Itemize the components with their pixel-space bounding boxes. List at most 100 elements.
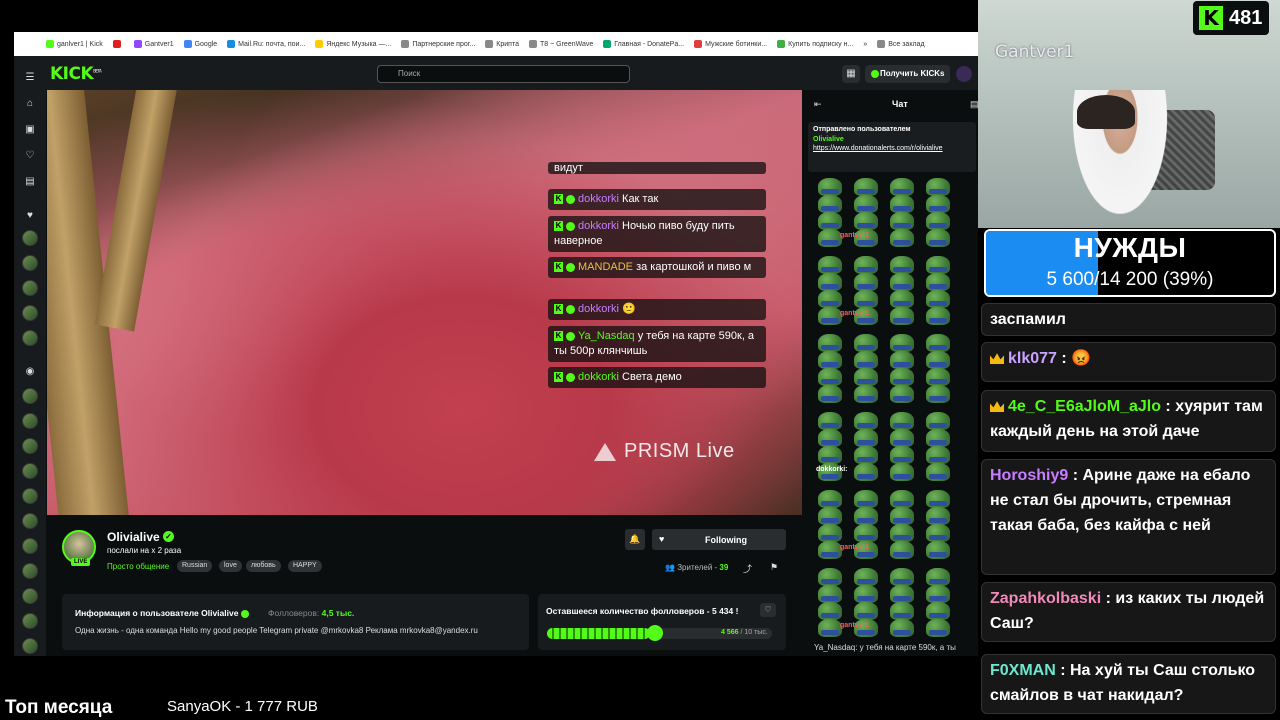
stream-chat-message: Horoshiy9 : Арине даже на ебало не стал … — [981, 459, 1276, 575]
recommended-channel-avatar[interactable] — [22, 463, 38, 479]
bookmark-item[interactable]: T8 ~ GreenWave — [529, 40, 593, 48]
video-chat-message: Kdokkorki 🙂 — [548, 299, 766, 320]
pinned-header: Отправлено пользователем — [813, 126, 911, 133]
bookmark-item[interactable]: » — [863, 41, 867, 48]
pepe-emote-icon — [854, 524, 878, 542]
home-icon[interactable]: ⌂ — [24, 98, 36, 110]
menu-icon[interactable]: ☰ — [24, 72, 36, 84]
chat-username[interactable]: dokkorki: — [816, 466, 848, 473]
bookmark-item[interactable]: Яндекс Музыка —... — [315, 40, 391, 48]
bookmark-favicon-icon — [46, 40, 54, 48]
kick-app: ☰ ⌂ ▣ ♡ ▤ ♥ ◉ KICKBETA ⌕ Поиск ▦ Получит… — [14, 56, 979, 656]
channel-name[interactable]: Olivialive — [107, 530, 160, 544]
pepe-emote-icon — [854, 273, 878, 291]
heart-icon: ♥ — [659, 534, 665, 544]
following-icon[interactable]: ♡ — [24, 150, 36, 162]
verified-icon — [240, 609, 249, 618]
recommended-channel-avatar[interactable] — [22, 488, 38, 504]
clips-icon[interactable]: ▤ — [24, 176, 36, 188]
pepe-emote-icon — [854, 507, 878, 525]
pepe-emote-icon — [818, 290, 842, 308]
stream-category[interactable]: Просто общение — [107, 562, 169, 571]
stream-tag[interactable]: любовь — [246, 560, 281, 572]
about-title: Информация о пользователе Olivialive — [75, 608, 249, 618]
recommended-channel-avatar[interactable] — [22, 438, 38, 454]
video-chat-text: Света демо — [622, 371, 682, 383]
bookmark-label: Мужские ботинки... — [705, 40, 768, 48]
stream-chat-message: заспамил — [981, 303, 1276, 336]
pepe-emote-icon — [854, 490, 878, 508]
recommended-channel-avatar[interactable] — [22, 638, 38, 654]
chat-username[interactable]: gantver1 — [840, 544, 869, 551]
chat-username[interactable]: gantver1 — [840, 232, 869, 239]
recommended-channel-avatar[interactable] — [22, 563, 38, 579]
pepe-emote-icon — [818, 412, 842, 430]
pepe-emote-icon — [890, 334, 914, 352]
recommended-channel-avatar[interactable] — [22, 613, 38, 629]
pepe-emote-icon — [890, 463, 914, 481]
kick-badge-icon: K — [554, 221, 563, 232]
bookmark-favicon-icon — [112, 40, 121, 48]
followed-channel-avatar[interactable] — [22, 305, 38, 321]
followed-channel-avatar[interactable] — [22, 255, 38, 271]
recommended-channel-avatar[interactable] — [22, 588, 38, 604]
bookmark-item[interactable]: Главная - DonatePa... — [603, 40, 684, 48]
bookmark-favicon-icon — [485, 40, 494, 48]
followed-channel-avatar[interactable] — [22, 280, 38, 296]
bookmark-label: Главная - DonatePa... — [614, 40, 685, 48]
pepe-emote-icon — [926, 412, 950, 430]
browse-icon[interactable]: ▣ — [24, 124, 36, 136]
report-icon[interactable]: ⚑ — [770, 562, 778, 573]
bookmark-favicon-icon — [227, 40, 236, 48]
pepe-emote-icon — [818, 507, 842, 525]
stream-tag[interactable]: love — [219, 560, 242, 572]
collapse-chat-icon[interactable]: ⇤ — [814, 99, 822, 110]
pepe-emote-icon — [854, 351, 878, 369]
bookmark-item[interactable]: Mail.Ru: почта, пои... — [227, 40, 305, 48]
chat-username[interactable]: gantver1 — [840, 310, 869, 317]
pepe-emote-icon — [854, 334, 878, 352]
bookmark-item[interactable]: Крипта — [485, 40, 519, 48]
pepe-emote-icon — [854, 429, 878, 447]
store-icon[interactable]: ▦ — [842, 65, 860, 83]
bookmark-label: ganlver1 | Kick — [57, 40, 103, 48]
pinned-user: Olivialive — [813, 136, 844, 143]
bookmark-item[interactable]: Мужские ботинки... — [694, 40, 767, 48]
recommended-channel-avatar[interactable] — [22, 413, 38, 429]
user-avatar[interactable] — [956, 66, 972, 82]
bookmark-favicon-icon — [529, 40, 537, 48]
kicks-icon — [871, 70, 879, 78]
kick-logo[interactable]: KICKBETA — [50, 64, 102, 84]
stream-tag[interactable]: HAPPY — [288, 560, 322, 572]
bookmark-item[interactable] — [112, 40, 124, 48]
live-icon: ◉ — [25, 366, 35, 377]
followers-label: Фолловеров: — [268, 608, 320, 618]
recommended-channel-avatar[interactable] — [22, 538, 38, 554]
followed-channel-avatar[interactable] — [22, 330, 38, 346]
goal-target: / 10 тыс. — [740, 629, 768, 636]
kick-logo-icon: K — [1199, 6, 1223, 30]
notifications-button[interactable]: 🔔 — [625, 529, 645, 550]
recommended-channel-avatar[interactable] — [22, 388, 38, 404]
search-input[interactable]: Поиск — [377, 65, 630, 83]
video-chat-text: Как так — [622, 193, 659, 205]
bookmark-item[interactable]: Купить подписку н... — [777, 40, 853, 48]
prism-logo-icon — [594, 442, 616, 461]
followed-channel-avatar[interactable] — [22, 230, 38, 246]
pepe-emote-icon — [890, 229, 914, 247]
stream-tag[interactable]: Russian — [177, 560, 213, 572]
bookmark-item[interactable]: ganlver1 | Kick — [46, 40, 103, 48]
webcam-streamer-hair — [1077, 95, 1135, 129]
verified-badge-icon — [566, 304, 575, 314]
pepe-emote-icon — [890, 273, 914, 291]
bookmark-item[interactable]: Gantver1 — [133, 40, 174, 48]
pinned-link[interactable]: https://www.donationalerts.com/r/olivial… — [813, 145, 963, 152]
bookmark-item[interactable]: Google — [183, 40, 217, 48]
kick-badge-icon: K — [554, 262, 563, 273]
goal-settings-icon[interactable]: ♡ — [760, 603, 776, 617]
chat-username[interactable]: gantver1 — [840, 622, 869, 629]
share-icon[interactable]: ⤴ — [743, 562, 752, 575]
recommended-channel-avatar[interactable] — [22, 513, 38, 529]
bookmark-item[interactable]: Все заклад — [877, 40, 925, 48]
bookmark-item[interactable]: Партнерские прог... — [401, 40, 475, 48]
